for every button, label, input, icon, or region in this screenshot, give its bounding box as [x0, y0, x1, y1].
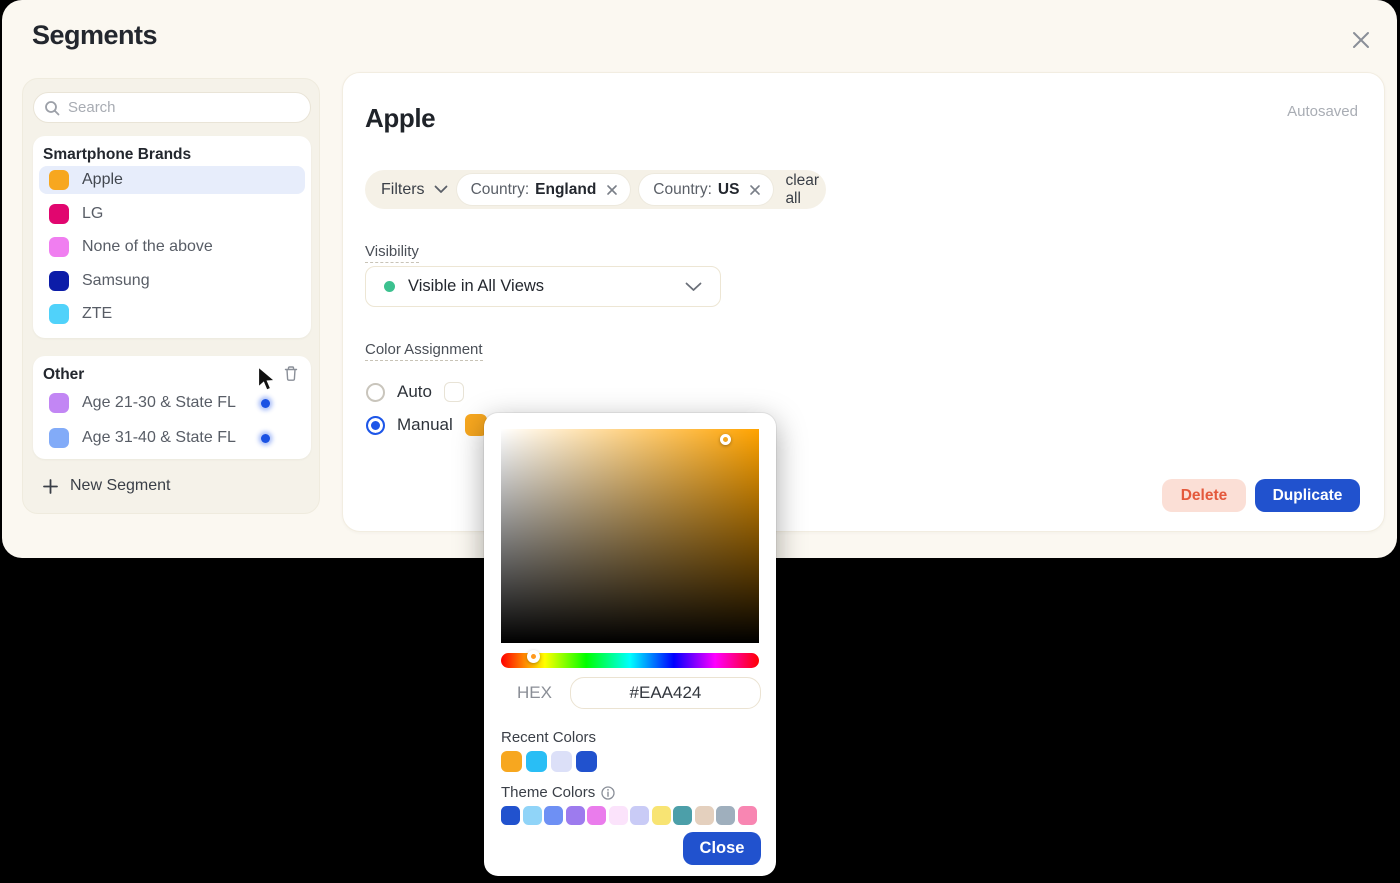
trash-icon — [283, 365, 299, 382]
gradient-handle[interactable] — [720, 434, 731, 445]
recent-color-swatch[interactable] — [526, 751, 547, 772]
group-title: Smartphone Brands — [33, 136, 311, 164]
plus-icon — [43, 479, 58, 494]
delete-button[interactable]: Delete — [1162, 479, 1246, 512]
theme-colors-label: Theme Colors — [501, 784, 615, 801]
duplicate-button[interactable]: Duplicate — [1255, 479, 1360, 512]
color-swatch — [49, 170, 69, 190]
info-icon[interactable] — [601, 786, 615, 800]
manual-radio-button[interactable] — [366, 416, 385, 435]
color-option-manual: Manual — [366, 414, 487, 436]
theme-color-swatch[interactable] — [609, 806, 628, 825]
active-indicator-dot — [261, 434, 270, 443]
remove-filter-icon[interactable] — [749, 184, 761, 196]
search-icon — [44, 100, 60, 116]
theme-color-swatch[interactable] — [673, 806, 692, 825]
new-segment-button[interactable]: New Segment — [43, 477, 171, 495]
recent-colors-label: Recent Colors — [501, 729, 596, 746]
theme-colors-row — [501, 806, 757, 825]
close-picker-button[interactable]: Close — [683, 832, 761, 865]
search-box[interactable] — [33, 92, 311, 123]
segment-item-apple[interactable]: Apple — [39, 166, 305, 194]
color-swatch — [49, 304, 69, 324]
segment-item-age-31-40[interactable]: Age 31-40 & State FL — [39, 424, 305, 452]
filters-dropdown-toggle[interactable]: Filters — [381, 181, 448, 199]
autosaved-status: Autosaved — [1287, 103, 1358, 120]
segment-group-other: Other Age 21-30 & State FL Age 31-40 & S… — [33, 356, 311, 459]
theme-color-swatch[interactable] — [652, 806, 671, 825]
theme-color-swatch[interactable] — [501, 806, 520, 825]
visibility-status-dot — [384, 281, 395, 292]
theme-color-swatch[interactable] — [695, 806, 714, 825]
color-swatch — [49, 428, 69, 448]
segment-group-smartphone-brands: Smartphone Brands Apple LG None of the a… — [33, 136, 311, 338]
hue-slider[interactable] — [501, 653, 759, 668]
color-swatch — [49, 237, 69, 257]
hex-row: HEX — [517, 677, 761, 709]
filter-chip-country-england[interactable]: Country: England — [457, 174, 631, 205]
color-picker-popup: HEX Recent Colors Theme Colors Close — [484, 413, 776, 876]
group-title: Other — [33, 356, 311, 384]
segment-item-zte[interactable]: ZTE — [39, 300, 305, 328]
clear-all-filters-button[interactable]: clear all — [785, 172, 819, 208]
recent-color-swatch[interactable] — [551, 751, 572, 772]
color-swatch — [49, 204, 69, 224]
segment-item-none-of-the-above[interactable]: None of the above — [39, 233, 305, 261]
color-assignment-label: Color Assignment — [365, 341, 483, 361]
auto-radio-button[interactable] — [366, 383, 385, 402]
active-indicator-dot — [261, 399, 270, 408]
theme-color-swatch[interactable] — [566, 806, 585, 825]
recent-color-swatch[interactable] — [576, 751, 597, 772]
remove-filter-icon[interactable] — [606, 184, 618, 196]
delete-group-button[interactable] — [283, 365, 299, 382]
segment-title: Apple — [365, 103, 435, 134]
recent-color-swatch[interactable] — [501, 751, 522, 772]
chevron-down-icon — [434, 185, 448, 194]
segments-sidebar: Smartphone Brands Apple LG None of the a… — [22, 78, 320, 514]
visibility-dropdown[interactable]: Visible in All Views — [365, 266, 721, 307]
close-button[interactable] — [1347, 26, 1375, 54]
theme-color-swatch[interactable] — [630, 806, 649, 825]
theme-color-swatch[interactable] — [716, 806, 735, 825]
chevron-down-icon — [685, 282, 702, 292]
segment-item-age-21-30[interactable]: Age 21-30 & State FL — [39, 389, 305, 417]
theme-color-swatch[interactable] — [738, 806, 757, 825]
recent-colors-row — [501, 751, 597, 772]
page-title: Segments — [32, 20, 157, 51]
visibility-label: Visibility — [365, 243, 419, 263]
color-swatch — [49, 271, 69, 291]
filter-bar: Filters Country: England Country: US cle — [365, 170, 826, 209]
hue-slider-handle[interactable] — [527, 650, 540, 663]
hex-input[interactable] — [570, 677, 761, 709]
color-swatch — [49, 393, 69, 413]
auto-color-swatch[interactable] — [444, 382, 464, 402]
theme-color-swatch[interactable] — [587, 806, 606, 825]
segment-item-lg[interactable]: LG — [39, 200, 305, 228]
filter-chip-country-us[interactable]: Country: US — [639, 174, 773, 205]
theme-color-swatch[interactable] — [523, 806, 542, 825]
close-icon — [1350, 29, 1372, 51]
search-input[interactable] — [68, 99, 300, 116]
hex-label: HEX — [517, 683, 552, 703]
saturation-value-gradient[interactable] — [501, 429, 759, 643]
color-option-auto: Auto — [366, 382, 464, 402]
theme-color-swatch[interactable] — [544, 806, 563, 825]
segment-item-samsung[interactable]: Samsung — [39, 267, 305, 295]
